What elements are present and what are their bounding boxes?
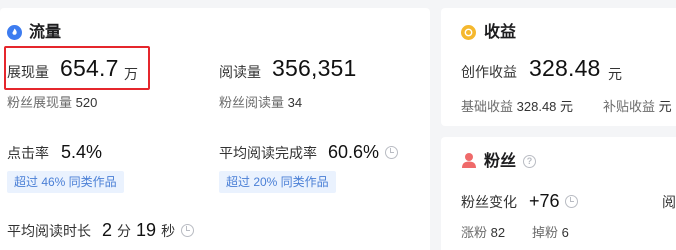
completion-label: 平均阅读完成率 [219, 145, 317, 161]
avg-time-sec-unit: 秒 [161, 223, 176, 239]
fan-reads-label: 粉丝阅读量 [219, 95, 285, 110]
help-icon[interactable]: ? [523, 155, 536, 168]
coin-icon [461, 25, 476, 40]
fans-loss-value: 6 [561, 225, 569, 240]
completion-value: 60.6% [328, 142, 380, 162]
income-card: 收益 创作收益 328.48 元 基础收益 328.48 元 补贴收益 元 [441, 8, 676, 126]
subsidy-income-label: 补贴收益 [603, 99, 656, 114]
history-icon[interactable] [385, 146, 398, 159]
fans-gain-label: 涨粉 [461, 225, 488, 240]
history-icon[interactable] [565, 195, 578, 208]
fans-read-label-cut: 阅 [662, 194, 676, 210]
ctr-label: 点击率 [7, 145, 49, 161]
ctr-value: 5.4% [61, 142, 103, 162]
fan-views-value: 520 [75, 95, 98, 110]
views-value: 654.7 [60, 55, 119, 81]
avg-time-label: 平均阅读时长 [7, 223, 91, 239]
fan-views-stat: 粉丝展现量 520 [7, 95, 97, 110]
avg-time-min: 2 [102, 220, 113, 240]
avg-time-value: 2 分 19 秒 [102, 220, 175, 241]
history-icon[interactable] [181, 224, 194, 237]
views-unit: 万 [124, 66, 138, 82]
flame-icon [7, 25, 22, 40]
fans-gain-stat: 涨粉 82 [461, 225, 505, 240]
fans-change-label: 粉丝变化 [461, 194, 517, 210]
traffic-card: 流量 展现量 654.7 万 阅读量 356,351 粉丝展现量 520 粉丝阅… [0, 8, 430, 250]
avg-time-sec: 19 [136, 220, 157, 240]
traffic-title: 流量 [29, 24, 62, 41]
creation-income-value: 328.48 [529, 55, 601, 81]
fan-reads-value: 34 [287, 95, 303, 110]
subsidy-income-value: 元 [658, 99, 672, 114]
creation-income-label: 创作收益 [461, 64, 517, 80]
avg-time-min-unit: 分 [117, 223, 132, 239]
base-income-stat: 基础收益 328.48 元 [461, 99, 573, 114]
base-income-value: 328.48 元 [516, 99, 574, 114]
views-label: 展现量 [7, 64, 49, 80]
reads-label: 阅读量 [219, 64, 261, 80]
subsidy-income-stat: 补贴收益 元 [603, 99, 672, 114]
fans-title: 粉丝 [484, 153, 517, 170]
fans-gain-value: 82 [490, 225, 506, 240]
income-title: 收益 [484, 24, 517, 41]
fans-change-value: +76 [529, 191, 560, 211]
reads-value: 356,351 [272, 55, 357, 81]
fans-loss-label: 掉粉 [532, 225, 559, 240]
creation-income-unit: 元 [608, 66, 622, 82]
fans-loss-stat: 掉粉 6 [532, 225, 569, 240]
ctr-tag: 超过 46% 同类作品 [7, 171, 124, 193]
fans-card: 粉丝 ? 粉丝变化 +76 涨粉 82 掉粉 6 阅 [441, 137, 676, 250]
fan-reads-stat: 粉丝阅读量 34 [219, 95, 302, 110]
fan-views-label: 粉丝展现量 [7, 95, 73, 110]
person-icon [461, 152, 477, 169]
completion-tag: 超过 20% 同类作品 [219, 171, 336, 193]
base-income-label: 基础收益 [461, 99, 514, 114]
